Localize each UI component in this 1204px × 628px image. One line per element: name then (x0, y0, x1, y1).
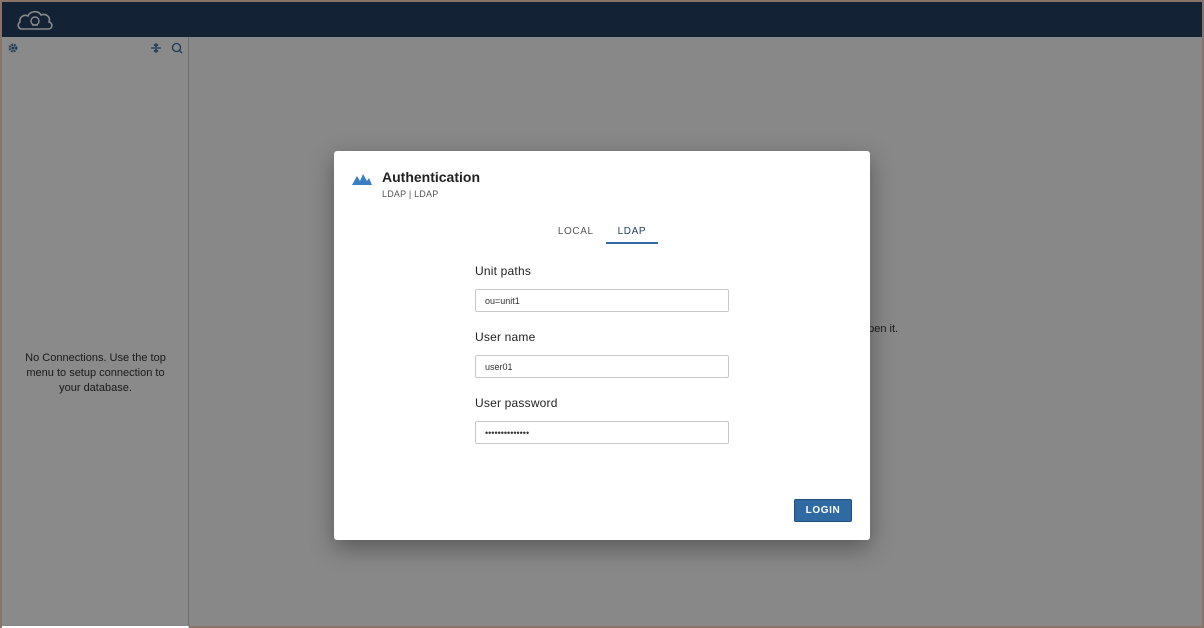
unit-paths-input[interactable] (475, 289, 729, 312)
user-password-input[interactable] (475, 421, 729, 444)
ldap-mountain-icon (352, 172, 372, 186)
unit-paths-label: Unit paths (475, 264, 532, 278)
tab-ldap[interactable]: LDAP (605, 222, 659, 244)
dialog-header: Authentication LDAP | LDAP (352, 169, 480, 199)
user-name-input[interactable] (475, 355, 729, 378)
dialog-subtitle: LDAP | LDAP (382, 189, 439, 199)
user-name-label: User name (475, 330, 536, 344)
dialog-title: Authentication (382, 169, 480, 185)
authentication-dialog: Authentication LDAP | LDAP LOCAL LDAP Un… (334, 151, 870, 540)
login-button[interactable]: LOGIN (794, 499, 852, 522)
ldap-form: Unit paths User name User password (475, 264, 729, 462)
tab-local[interactable]: LOCAL (546, 222, 606, 244)
auth-tabs: LOCAL LDAP (334, 222, 870, 244)
user-password-label: User password (475, 396, 558, 410)
